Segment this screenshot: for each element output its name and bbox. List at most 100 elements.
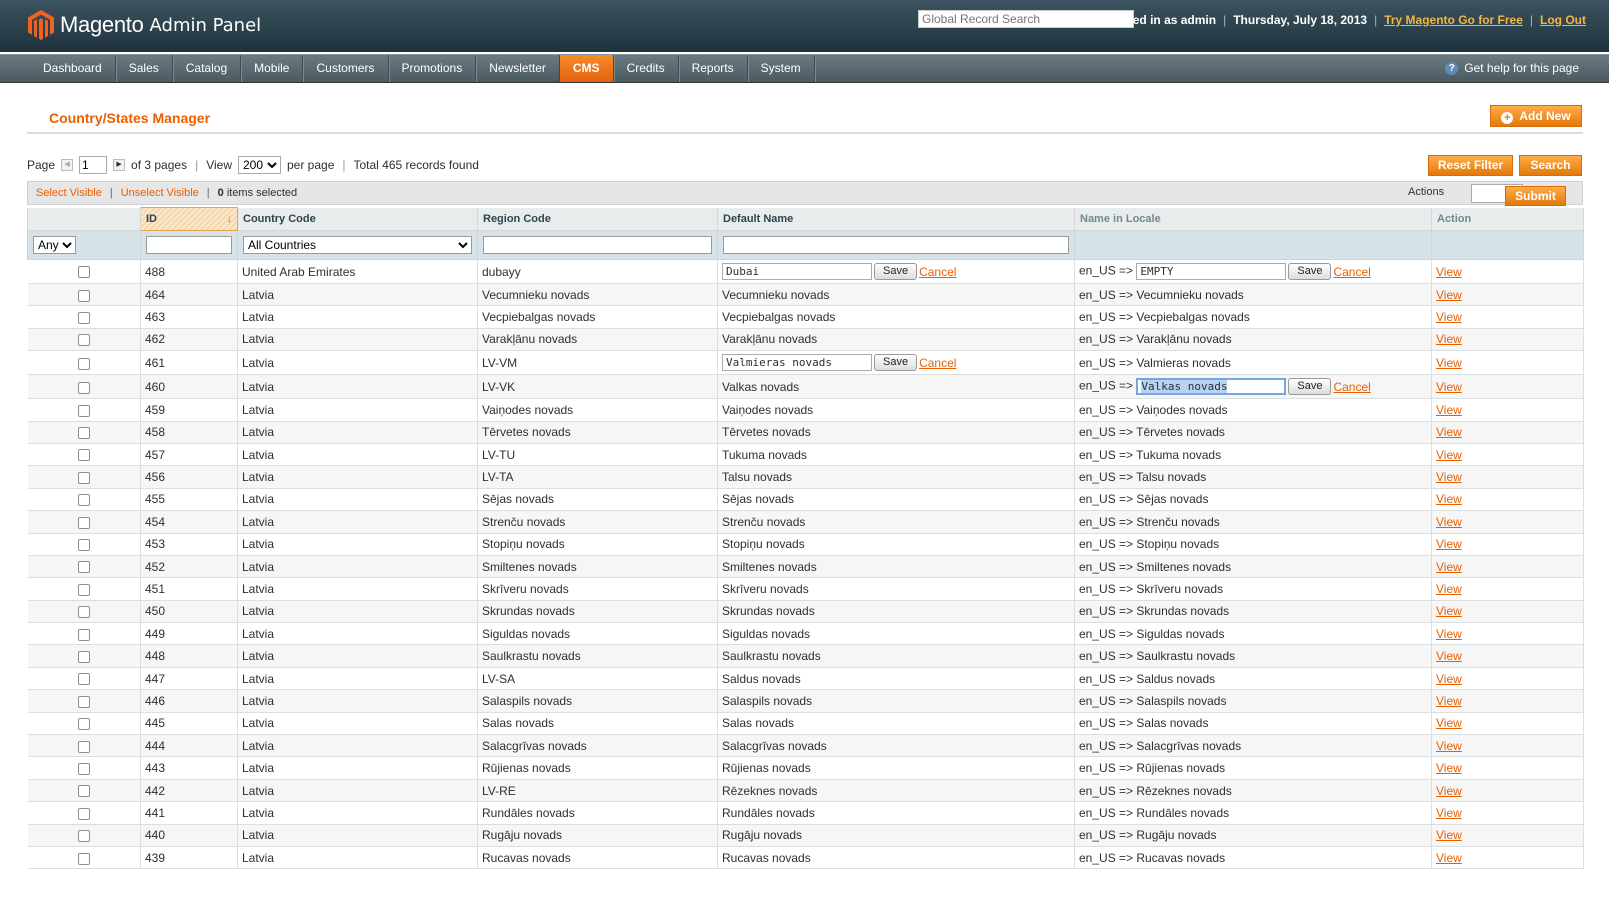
view-link[interactable]: View [1436, 403, 1462, 417]
filter-country-select[interactable]: All Countries [243, 236, 472, 254]
cell-default-name[interactable]: Dubai Save Cancel [717, 259, 1075, 284]
view-link[interactable]: View [1436, 448, 1462, 462]
view-link[interactable]: View [1436, 627, 1462, 641]
row-checkbox[interactable] [77, 561, 90, 574]
row-checkbox[interactable] [77, 449, 90, 462]
logo[interactable]: Magento Admin Panel [28, 9, 261, 41]
table-row[interactable]: 445 Latvia Salas novads Salas novads en_US =… [27, 712, 1584, 736]
view-link[interactable]: View [1436, 851, 1462, 865]
nav-item-catalog[interactable]: Catalog [173, 55, 242, 82]
row-checkbox[interactable] [77, 334, 90, 347]
row-checkbox[interactable] [77, 381, 90, 394]
nav-item-cms[interactable]: CMS [559, 55, 614, 82]
view-link[interactable]: View [1436, 739, 1462, 753]
view-link[interactable]: View [1436, 828, 1462, 842]
table-row[interactable]: 454 Latvia Strenču novads Strenču novads en_… [27, 510, 1584, 534]
locale-name-edit-input[interactable]: Valkas novads [1136, 378, 1287, 396]
inline-cancel-link[interactable]: Cancel [919, 265, 956, 279]
help-link[interactable]: ? Get help for this page [1445, 55, 1579, 82]
filter-id-input[interactable] [146, 236, 232, 254]
cell-default-name[interactable]: Valmieras novads Save Cancel [717, 350, 1075, 376]
header-id[interactable]: ID ↓ [140, 207, 238, 231]
default-name-edit-input[interactable]: Valmieras novads [722, 354, 872, 372]
table-row[interactable]: 446 Latvia Salaspils novads Salaspils novad… [27, 689, 1584, 713]
unselect-visible-link[interactable]: Unselect Visible [121, 187, 199, 199]
row-checkbox[interactable] [77, 740, 90, 753]
table-row[interactable]: 456 Latvia LV-TA Talsu novads en_US => Talsu… [27, 465, 1584, 489]
table-row[interactable]: 440 Latvia Rugāju novads Rugāju novads en_US… [27, 824, 1584, 847]
inline-cancel-link[interactable]: Cancel [1333, 380, 1370, 394]
table-row[interactable]: 463 Latvia Vecpiebalgas novads Vecpiebalgas… [27, 305, 1584, 329]
table-row[interactable]: 448 Latvia Saulkrastu novads Saulkrastu nov… [27, 644, 1584, 668]
row-checkbox[interactable] [77, 266, 90, 279]
inline-save-button[interactable]: Save [1288, 263, 1332, 280]
nav-item-newsletter[interactable]: Newsletter [476, 55, 560, 82]
inline-cancel-link[interactable]: Cancel [1333, 265, 1370, 279]
view-link[interactable]: View [1436, 332, 1462, 346]
inline-cancel-link[interactable]: Cancel [919, 356, 956, 370]
row-checkbox[interactable] [77, 718, 90, 731]
nav-item-sales[interactable]: Sales [116, 55, 173, 82]
submit-button[interactable]: Submit [1505, 186, 1566, 206]
locale-name-edit-input[interactable]: EMPTY [1136, 263, 1287, 280]
row-checkbox[interactable] [77, 650, 90, 663]
inline-save-button[interactable]: Save [874, 354, 918, 372]
row-checkbox[interactable] [77, 762, 90, 775]
filter-region-code-input[interactable] [483, 236, 712, 254]
page-number-input[interactable] [79, 156, 108, 174]
view-link[interactable]: View [1436, 560, 1462, 574]
inline-save-button[interactable]: Save [874, 263, 918, 280]
view-link[interactable]: View [1436, 672, 1462, 686]
add-new-button[interactable]: + Add New [1490, 105, 1582, 127]
nav-item-dashboard[interactable]: Dashboard [30, 55, 116, 82]
header-default-name[interactable]: Default Name [717, 207, 1075, 231]
view-link[interactable]: View [1436, 537, 1462, 551]
row-checkbox[interactable] [77, 852, 90, 865]
row-checkbox[interactable] [77, 404, 90, 417]
row-checkbox[interactable] [77, 427, 90, 440]
view-link[interactable]: View [1436, 310, 1462, 324]
table-row[interactable]: 464 Latvia Vecumnieku novads Vecumnieku nov… [27, 283, 1584, 307]
row-checkbox[interactable] [77, 289, 90, 302]
table-row[interactable]: 441 Latvia Rundāles novads Rundāles novads e… [27, 801, 1584, 825]
row-checkbox[interactable] [77, 539, 90, 552]
view-link[interactable]: View [1436, 288, 1462, 302]
view-link[interactable]: View [1436, 380, 1462, 394]
search-button[interactable]: Search [1519, 155, 1582, 176]
row-checkbox[interactable] [77, 471, 90, 484]
table-row[interactable]: 455 Latvia Sējas novads Sējas novads en_US =… [27, 488, 1584, 512]
view-link[interactable]: View [1436, 604, 1462, 618]
table-row[interactable]: 444 Latvia Salacgrīvas novads Salacgrīvas n… [27, 734, 1584, 758]
cell-name-in-locale[interactable]: en_US => EMPTY Save Cancel [1074, 259, 1432, 284]
nav-item-promotions[interactable]: Promotions [389, 55, 477, 82]
row-checkbox[interactable] [77, 785, 90, 798]
row-checkbox[interactable] [77, 516, 90, 529]
view-link[interactable]: View [1436, 515, 1462, 529]
per-page-select[interactable]: 200 [238, 156, 281, 174]
table-row[interactable]: 453 Latvia Stopiņu novads Stopiņu novads en_… [27, 533, 1584, 556]
row-checkbox[interactable] [77, 357, 90, 370]
view-link[interactable]: View [1436, 356, 1462, 370]
view-link[interactable]: View [1436, 761, 1462, 775]
row-checkbox[interactable] [77, 673, 90, 686]
filter-default-name-input[interactable] [723, 236, 1069, 254]
view-link[interactable]: View [1436, 716, 1462, 730]
prev-page-icon[interactable]: ◀ [61, 159, 74, 171]
view-link[interactable]: View [1436, 425, 1462, 439]
view-link[interactable]: View [1436, 784, 1462, 798]
select-visible-link[interactable]: Select Visible [36, 187, 102, 199]
table-row[interactable]: 460 Latvia LV-VK Valkas novads en_US => Valk… [27, 374, 1584, 400]
table-row[interactable]: 443 Latvia Rūjienas novads Rūjienas novads e… [27, 756, 1584, 780]
table-row[interactable]: 459 Latvia Vaiņodes novads Vaiņodes novads e… [27, 398, 1584, 422]
view-link[interactable]: View [1436, 806, 1462, 820]
row-checkbox[interactable] [77, 606, 90, 619]
cell-name-in-locale[interactable]: en_US => Valkas novads Save Cancel [1074, 374, 1432, 400]
row-checkbox[interactable] [77, 311, 90, 324]
header-region-code[interactable]: Region Code [477, 207, 718, 231]
view-link[interactable]: View [1436, 265, 1462, 279]
global-search-input[interactable] [918, 10, 1134, 28]
row-checkbox[interactable] [77, 807, 90, 820]
logout-link[interactable]: Log Out [1540, 13, 1586, 27]
table-row[interactable]: 449 Latvia Siguldas novads Siguldas novads e… [27, 622, 1584, 646]
table-row[interactable]: 452 Latvia Smiltenes novads Smiltenes novad… [27, 555, 1584, 579]
